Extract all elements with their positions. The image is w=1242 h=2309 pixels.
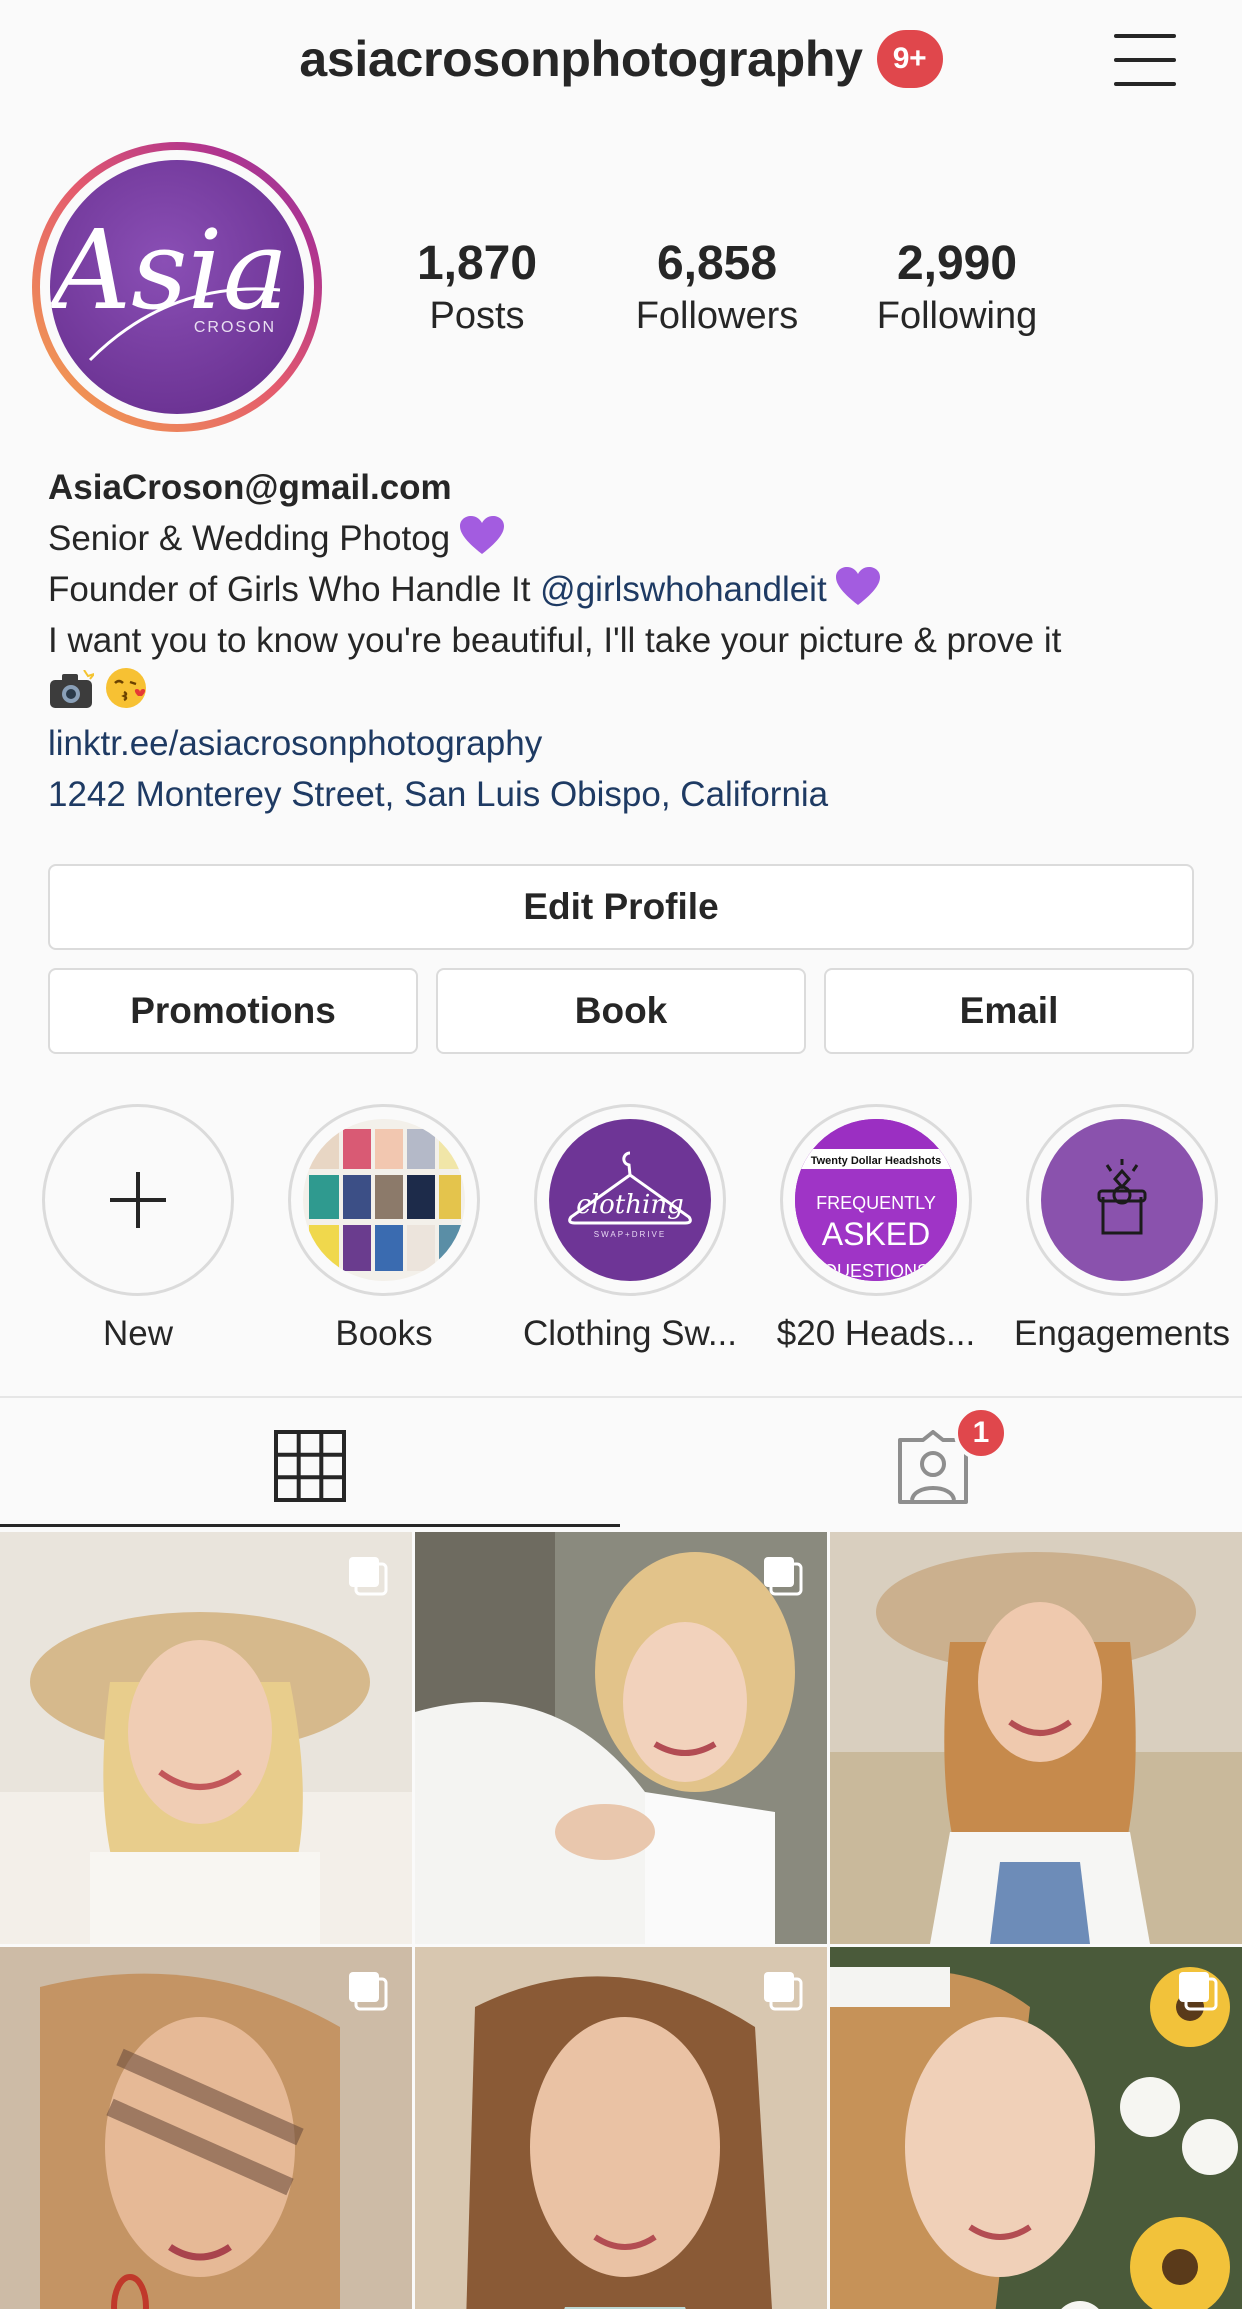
post-tile[interactable]	[0, 1532, 412, 1944]
profile-header: asiacrosonphotography 9+	[0, 0, 1242, 120]
stat-following[interactable]: 2,990 Following	[837, 236, 1077, 340]
books-collage-image	[303, 1119, 465, 1281]
post-tile[interactable]	[415, 1532, 827, 1944]
highlight-label: Engagements	[1014, 1314, 1230, 1353]
highlight-label: Books	[335, 1314, 433, 1353]
highlight-label: Clothing Sw...	[523, 1314, 737, 1353]
kiss-face-icon	[105, 668, 146, 708]
book-button[interactable]: Book	[436, 968, 806, 1054]
multiple-photos-icon	[764, 1557, 803, 1596]
bio-line-1: Senior & Wedding Photog	[48, 513, 1208, 564]
profile-tab-bar	[0, 1398, 1242, 1528]
username-text: asiacrosonphotography	[299, 31, 863, 87]
multiple-photos-icon	[764, 1972, 803, 2011]
bio-line-2-text: Founder of Girls Who Handle It	[48, 570, 531, 609]
post-tile[interactable]	[830, 1532, 1242, 1944]
svg-text:Twenty Dollar Headshots: Twenty Dollar Headshots	[811, 1155, 942, 1167]
svg-text:FREQUENTLY: FREQUENTLY	[816, 1193, 936, 1213]
bio-line-1-text: Senior & Wedding Photog	[48, 519, 451, 558]
engagements-image	[1041, 1119, 1203, 1281]
multiple-photos-icon	[349, 1557, 388, 1596]
tab-tagged[interactable]	[620, 1398, 1242, 1524]
email-button[interactable]: Email	[824, 968, 1194, 1054]
bio-line-3: I want you to know you're beautiful, I'l…	[48, 621, 1062, 660]
hamburger-menu-icon[interactable]	[1114, 34, 1176, 86]
purple-heart-icon	[836, 567, 881, 605]
svg-text:ASKED: ASKED	[822, 1216, 930, 1252]
svg-text:QUESTIONS: QUESTIONS	[823, 1261, 929, 1281]
highlight-headshots[interactable]: Twenty Dollar Headshots FREQUENTLY ASKED…	[777, 1104, 975, 1354]
stat-following-label: Following	[876, 295, 1038, 337]
headshots-faq-image: Twenty Dollar Headshots FREQUENTLY ASKED…	[795, 1119, 957, 1281]
tagged-notification-badge: 1	[954, 1406, 1008, 1460]
post-tile[interactable]	[415, 1947, 827, 2309]
clothing-swap-image: clothing SWAP+DRIVE	[549, 1119, 711, 1281]
bio-emoji-line	[48, 666, 1208, 718]
highlight-new[interactable]: New	[40, 1104, 236, 1354]
bio-name: AsiaCroson@gmail.com	[48, 468, 452, 507]
multiple-photos-icon	[349, 1972, 388, 2011]
post-photo	[830, 1532, 1242, 1944]
promotions-button[interactable]: Promotions	[48, 968, 418, 1054]
stat-followers[interactable]: 6,858 Followers	[597, 236, 837, 340]
bio-mention-link[interactable]: @girlswhohandleit	[540, 570, 827, 609]
avatar[interactable]: Asia CROSON	[32, 142, 322, 432]
bio-line-2: Founder of Girls Who Handle It @girlswho…	[48, 564, 1208, 615]
multiple-photos-icon	[1179, 1972, 1218, 2011]
tab-grid[interactable]	[0, 1398, 620, 1524]
camera-flash-icon	[50, 670, 94, 708]
highlight-engagements[interactable]: Engagements	[1014, 1104, 1230, 1354]
plus-icon	[110, 1172, 166, 1228]
highlight-label: New	[102, 1314, 174, 1353]
svg-text:CROSON: CROSON	[194, 319, 276, 336]
purple-heart-icon	[459, 516, 504, 554]
avatar-logo-image: Asia CROSON	[50, 160, 304, 414]
grid-icon	[274, 1430, 346, 1502]
stat-posts-value: 1,870	[416, 237, 538, 290]
post-tile[interactable]	[830, 1947, 1242, 2309]
highlight-books[interactable]: Books	[286, 1104, 482, 1354]
svg-text:clothing: clothing	[576, 1190, 683, 1220]
stat-following-value: 2,990	[896, 237, 1018, 290]
username-title[interactable]: asiacrosonphotography 9+	[0, 30, 1242, 88]
bio-website-link[interactable]: linktr.ee/asiacrosonphotography	[48, 718, 1208, 769]
avatar-logo-text: Asia	[50, 206, 288, 334]
highlight-label: $20 Heads...	[776, 1314, 976, 1353]
post-tile[interactable]	[0, 1947, 412, 2309]
highlight-clothing-swap[interactable]: clothing SWAP+DRIVE Clothing Sw...	[523, 1104, 737, 1354]
ring-box-icon	[1097, 1159, 1147, 1235]
svg-text:SWAP+DRIVE: SWAP+DRIVE	[594, 1230, 666, 1239]
stat-followers-label: Followers	[635, 295, 799, 337]
stat-followers-value: 6,858	[656, 237, 778, 290]
stat-posts-label: Posts	[429, 295, 525, 337]
profile-bio: AsiaCroson@gmail.com Senior & Wedding Ph…	[48, 462, 1208, 820]
active-tab-indicator	[0, 1524, 620, 1527]
stat-posts[interactable]: 1,870 Posts	[357, 236, 597, 340]
notification-badge[interactable]: 9+	[876, 30, 943, 88]
bio-address-link[interactable]: 1242 Monterey Street, San Luis Obispo, C…	[48, 769, 1208, 820]
edit-profile-button[interactable]: Edit Profile	[48, 864, 1194, 950]
highlight-new-circle	[42, 1104, 234, 1296]
